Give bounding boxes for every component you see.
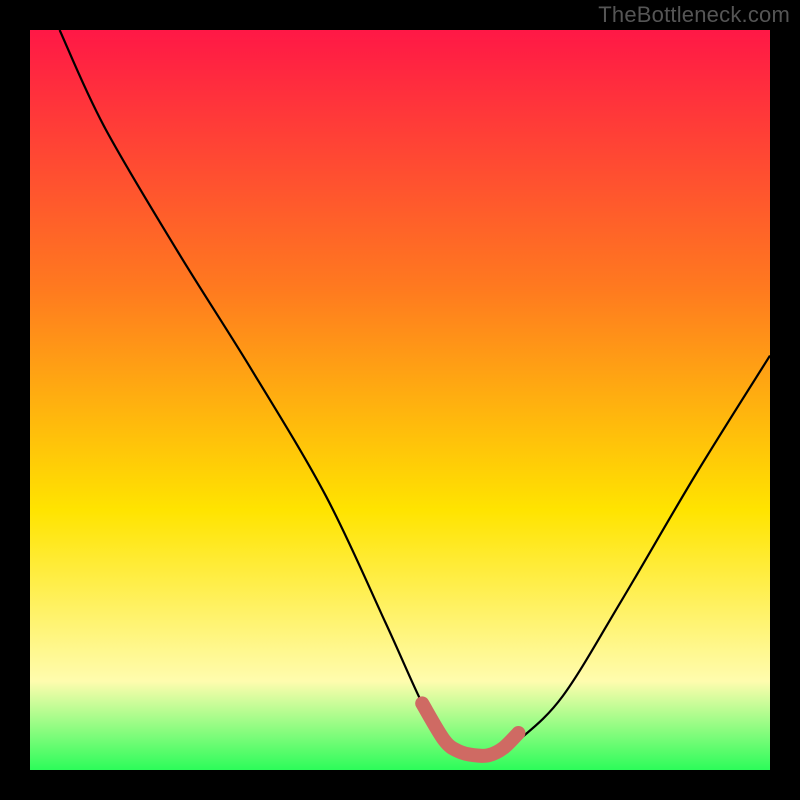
optimal-region-marker	[30, 30, 770, 770]
watermark-text: TheBottleneck.com	[598, 2, 790, 28]
plot-frame	[30, 30, 770, 770]
